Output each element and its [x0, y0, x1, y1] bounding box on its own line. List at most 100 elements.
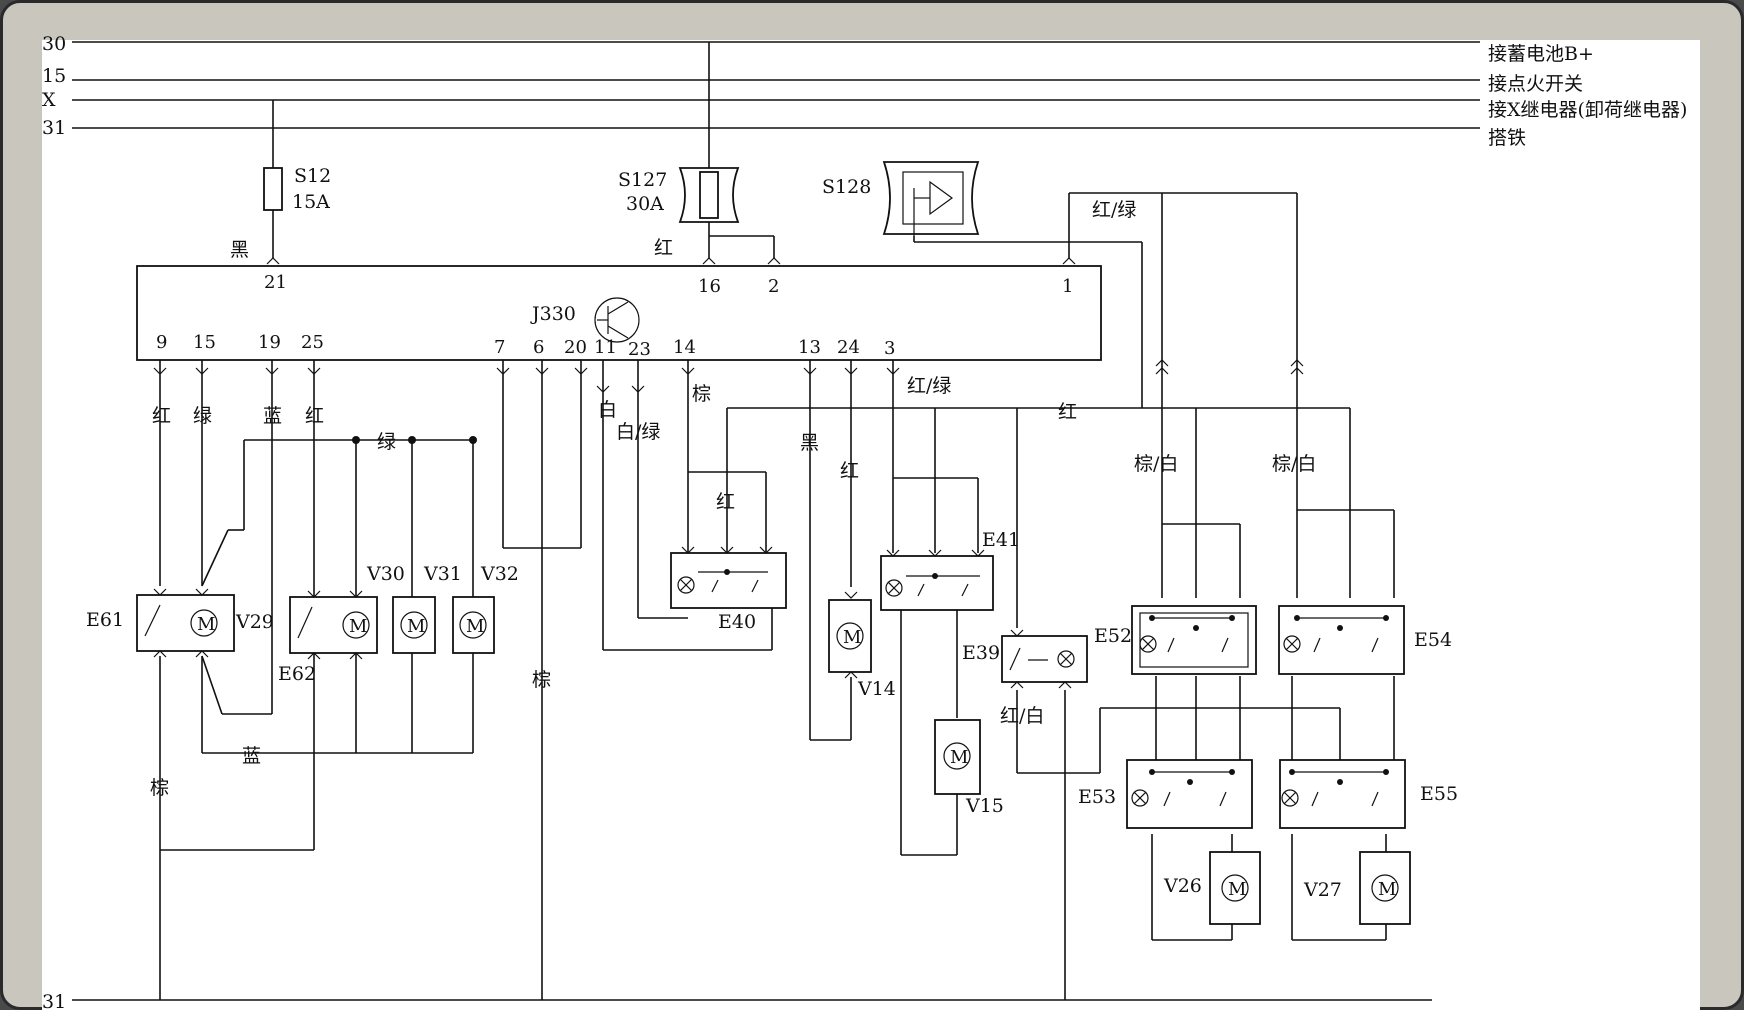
- switch-e40-label: E40: [718, 611, 756, 633]
- wire-label-hong-16: 红: [654, 237, 673, 259]
- pin-bottom-25: 25: [301, 332, 324, 353]
- wire-label-hong-e40: 红: [716, 491, 735, 513]
- left-wiring: [159, 360, 474, 1000]
- switch-e55-label: E55: [1420, 783, 1458, 805]
- motor-v29-symbol: M: [197, 614, 215, 635]
- connector-symbol: [1062, 257, 1076, 265]
- wire-label-zong-6: 棕: [532, 669, 551, 691]
- pin-bottom-24: 24: [837, 337, 860, 358]
- switch-e41-label: E41: [982, 529, 1020, 551]
- wire-label-zong-bai-left: 棕/白: [1134, 453, 1178, 475]
- module-j330-name: J330: [530, 303, 576, 325]
- bus-31-desc: 搭铁: [1488, 127, 1526, 149]
- motor-v27-label: V27: [1303, 879, 1342, 901]
- pin-bottom-23: 23: [628, 339, 651, 360]
- motor-v14-symbol: M: [843, 627, 861, 648]
- motor-v14-label: V14: [857, 678, 896, 700]
- motor-v26-symbol: M: [1228, 879, 1246, 900]
- pin-bottom-14: 14: [673, 337, 696, 358]
- wire-label-hong-lv-3: 红/绿: [907, 375, 951, 397]
- connector-symbol: [702, 257, 716, 265]
- fuse-s127-symbol: [699, 171, 719, 219]
- wire-label-hong-bus: 红: [1058, 401, 1077, 423]
- wire-label-zong-left: 棕: [150, 777, 169, 799]
- relay-s128-holder: [882, 161, 980, 235]
- connector-symbol: [1058, 681, 1072, 689]
- switch-e41-box: [880, 555, 994, 611]
- bus-x-label: X: [42, 89, 56, 111]
- motor-v31-label: V31: [423, 563, 462, 585]
- junction-dot: [469, 436, 477, 444]
- fuse-s12-name: S12: [294, 165, 331, 187]
- wire-label-hong-24: 红: [840, 460, 859, 482]
- pin-bottom-9: 9: [156, 332, 167, 353]
- bus-15-desc: 接点火开关: [1488, 73, 1583, 95]
- motor-v26-label: V26: [1163, 875, 1202, 897]
- pin-bottom-19: 19: [258, 332, 281, 353]
- fuse-s127-name: S127: [618, 169, 667, 191]
- motor-v30-symbol: M: [349, 616, 367, 637]
- switch-e53-label: E53: [1078, 786, 1116, 808]
- motor-v32-symbol: M: [466, 616, 484, 637]
- fuse-s127-rating: 30A: [626, 193, 664, 215]
- wire-label-hei-21: 黑: [230, 239, 249, 261]
- wire-label-hei-13: 黑: [800, 432, 819, 454]
- wiring-diagram: 30 15 X 31 31 接蓄电池B+ 接点火开关 接X继电器(卸荷继电器) …: [42, 33, 1687, 1010]
- pin-bottom-13: 13: [798, 337, 821, 358]
- pin-bottom-11: 11: [594, 337, 617, 358]
- connector-symbol: [1010, 681, 1024, 689]
- switch-e62-label: E62: [278, 663, 316, 685]
- fuse-s12-rating: 15A: [292, 191, 330, 213]
- bus-15-label: 15: [42, 65, 66, 87]
- wire-label-lan-19: 蓝: [263, 405, 282, 427]
- wire-label-hong-9: 红: [152, 405, 171, 427]
- bus-31-label: 31: [42, 117, 66, 139]
- wire-label-lv-bus: 绿: [377, 431, 396, 453]
- wire-label-hong-lv-top: 红/绿: [1092, 199, 1136, 221]
- connector-symbol: [1010, 629, 1024, 637]
- pin-top-16: 16: [698, 276, 721, 297]
- connector-symbol: [153, 588, 167, 596]
- bus-lines: [72, 41, 1480, 1001]
- pin-top-2: 2: [768, 276, 779, 297]
- pin-top-21: 21: [264, 272, 287, 293]
- motor-v32-label: V32: [480, 563, 519, 585]
- relay-s128-name: S128: [822, 176, 871, 198]
- pin-bottom-6: 6: [533, 337, 544, 358]
- wire-label-lan-bottom: 蓝: [242, 745, 261, 767]
- pin-bottom-15: 15: [193, 332, 216, 353]
- wire-label-hong-25: 红: [305, 405, 324, 427]
- motor-v27-symbol: M: [1378, 879, 1396, 900]
- pin-bottom-7: 7: [494, 337, 505, 358]
- bus-30-label: 30: [42, 33, 66, 55]
- connector-symbol: [767, 257, 781, 265]
- switch-e39-label: E39: [962, 642, 1000, 664]
- motor-v31-symbol: M: [407, 616, 425, 637]
- motor-v29-label: V29: [235, 611, 274, 633]
- junction-dot: [408, 436, 416, 444]
- pin-bottom-3: 3: [884, 338, 895, 359]
- connector-symbol: [266, 257, 280, 265]
- motor-v30-label: V30: [366, 563, 405, 585]
- switch-e54-label: E54: [1414, 629, 1452, 651]
- switch-e52-label: E52: [1094, 625, 1132, 647]
- switch-e61-label: E61: [86, 609, 124, 631]
- wire-label-bai-11: 白: [598, 399, 617, 421]
- motor-v15-label: V15: [965, 795, 1004, 817]
- fuse-s12-symbol: [263, 167, 283, 211]
- wire-label-lv-15: 绿: [193, 405, 212, 427]
- wire-label-zong-14: 棕: [692, 383, 711, 405]
- bus-31-bottom-label: 31: [42, 991, 66, 1010]
- wire-label-zong-bai-right: 棕/白: [1272, 453, 1316, 475]
- pin-top-1: 1: [1062, 276, 1073, 297]
- bus-x-desc: 接X继电器(卸荷继电器): [1488, 99, 1687, 121]
- wire-label-bai-lv-23: 白/绿: [616, 421, 660, 443]
- bus-30-desc: 接蓄电池B+: [1488, 43, 1594, 65]
- junction-dot: [352, 436, 360, 444]
- motor-v15-symbol: M: [950, 747, 968, 768]
- connector-symbol: [195, 588, 209, 596]
- switch-e40-box: [670, 552, 787, 609]
- connector-symbol: [844, 591, 858, 599]
- pin-bottom-20: 20: [564, 337, 587, 358]
- wire-label-hong-bai: 红/白: [1000, 705, 1044, 727]
